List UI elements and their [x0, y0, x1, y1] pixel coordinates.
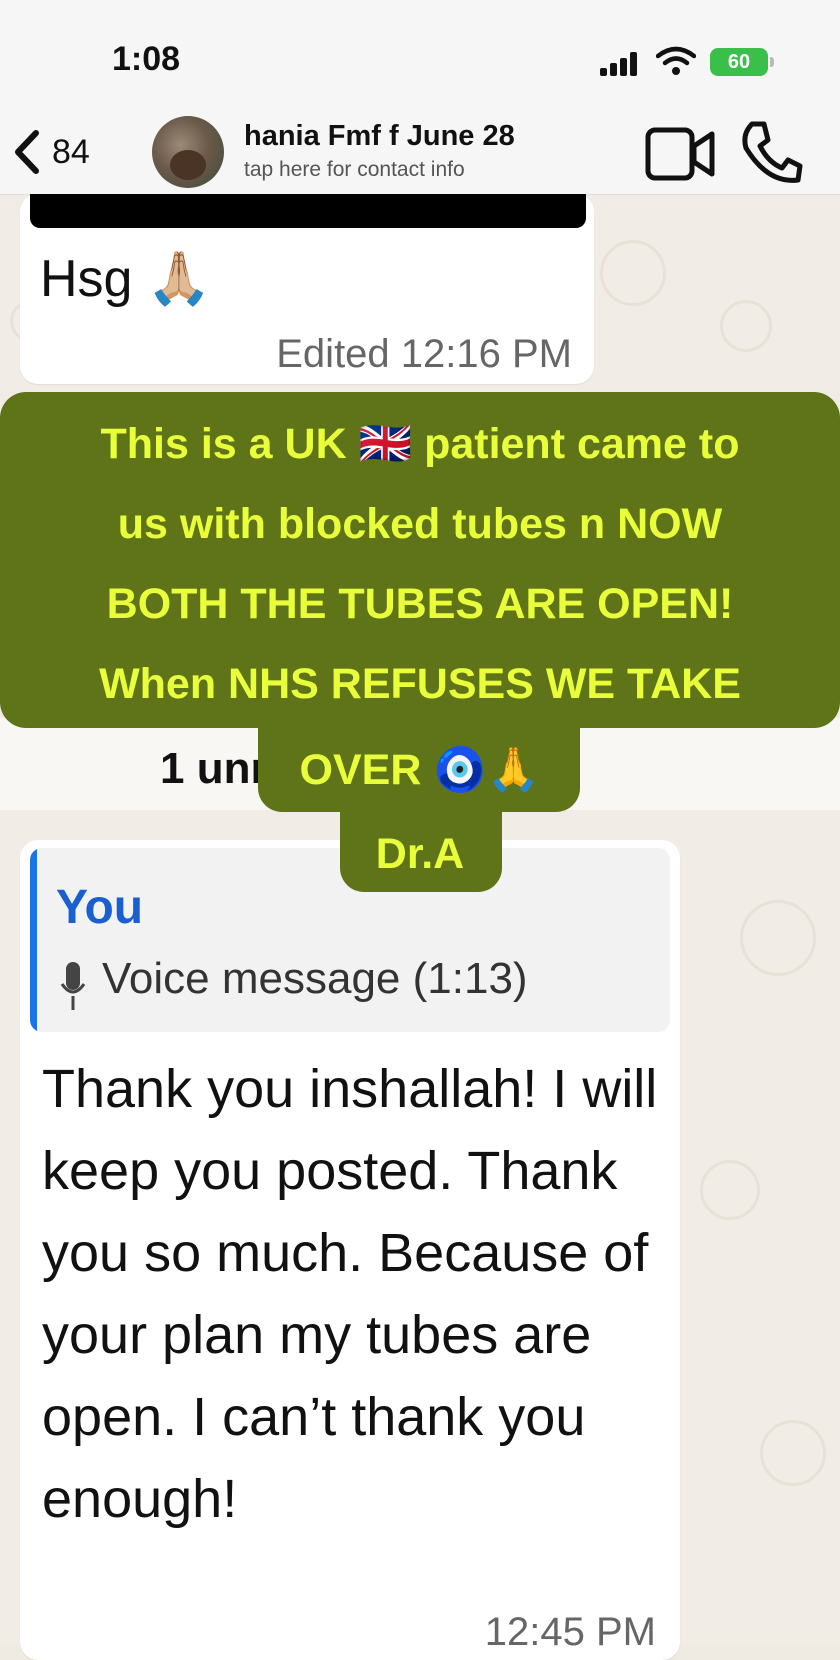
caption-line: BOTH THE TUBES ARE OPEN! — [106, 580, 734, 628]
wallpaper-doodle — [600, 240, 666, 306]
chevron-left-icon — [15, 130, 39, 174]
wallpaper-doodle — [760, 1420, 826, 1486]
battery-level: 60 — [727, 50, 751, 73]
cellular-signal-icon — [600, 52, 640, 76]
wallpaper-doodle — [700, 1160, 760, 1220]
phone-call-icon[interactable] — [738, 118, 804, 188]
quote-author: You — [56, 881, 144, 934]
microphone-icon — [60, 962, 86, 1010]
caption-signature: Dr.A — [375, 830, 465, 878]
chat-header: 84 hania Fmf f June 28 tap here for cont… — [0, 110, 840, 195]
wifi-icon — [656, 46, 696, 75]
battery-indicator: 60 — [710, 48, 774, 76]
message-text: Hsg 🙏🏼 — [40, 250, 212, 308]
unread-chats-count: 84 — [52, 132, 90, 171]
caption-line: When NHS REFUSES WE TAKE — [99, 660, 741, 708]
caption-line: us with blocked tubes n NOW — [117, 500, 723, 548]
caption-line: OVER 🧿🙏 — [299, 746, 541, 794]
status-bar: 1:08 60 — [0, 0, 840, 110]
caption-line: This is a UK 🇬🇧 patient came to — [100, 420, 740, 468]
message-edited-time: Edited 12:16 PM — [276, 332, 572, 376]
wallpaper-doodle — [740, 900, 816, 976]
message-text: Thank you inshallah! I will keep you pos… — [42, 1059, 658, 1529]
status-time: 1:08 — [112, 40, 181, 78]
contact-info-hint[interactable]: tap here for contact info — [244, 158, 465, 182]
message-time: 12:45 PM — [484, 1610, 656, 1654]
wallpaper-doodle — [720, 300, 772, 352]
back-button[interactable]: 84 — [14, 122, 134, 182]
video-call-icon[interactable] — [644, 120, 716, 188]
message-bubble-incoming[interactable]: You Voice message (1:13) Thank you insha… — [20, 840, 680, 1660]
contact-name[interactable]: hania Fmf f June 28 — [244, 120, 515, 153]
image-attachment[interactable] — [30, 194, 586, 228]
quote-text: Voice message (1:13) — [102, 954, 528, 1003]
avatar[interactable] — [152, 116, 224, 188]
